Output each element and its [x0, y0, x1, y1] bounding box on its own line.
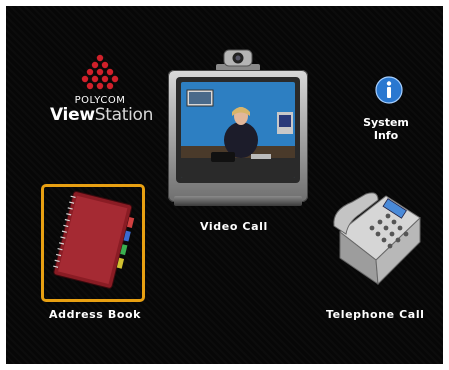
television-icon: [168, 70, 308, 202]
polycom-logo: POLYCOM ViewStation: [50, 54, 154, 125]
video-call-button[interactable]: [168, 46, 308, 206]
main-menu-screen: POLYCOM ViewStation Video Call System In…: [6, 6, 443, 364]
system-info-button[interactable]: System Info: [346, 116, 426, 142]
address-book-icon: [53, 191, 135, 289]
system-info-label-line1: System: [363, 116, 409, 129]
brand-product-prefix: View: [50, 105, 95, 125]
camera-icon: [216, 49, 260, 71]
brand-product: ViewStation: [50, 105, 154, 125]
address-book-label: Address Book: [49, 308, 142, 321]
telephone-icon: [333, 192, 421, 286]
polycom-triangle-logo-icon: [81, 54, 119, 90]
video-call-label: Video Call: [200, 220, 268, 233]
television-stand: [174, 196, 302, 206]
video-preview-image: [181, 82, 295, 178]
telephone-call-button[interactable]: [326, 188, 426, 292]
brand-product-suffix: Station: [94, 105, 154, 125]
system-info-label-line2: Info: [373, 129, 399, 142]
info-icon[interactable]: [375, 76, 403, 104]
telephone-call-label: Telephone Call: [326, 308, 425, 321]
address-book-button[interactable]: [41, 184, 145, 302]
